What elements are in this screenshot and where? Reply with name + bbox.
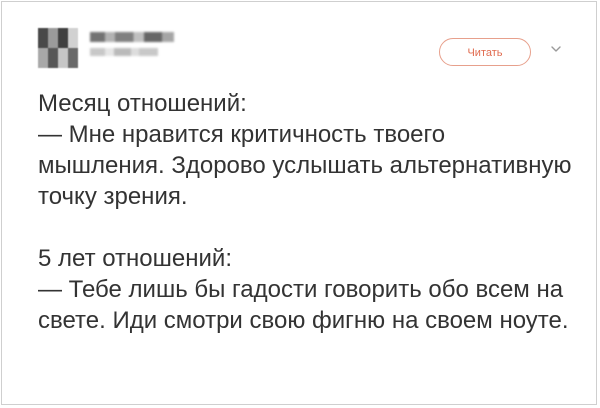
post-header: Читать (34, 18, 574, 74)
post-text: Месяц отношений: — Мне нравится критично… (38, 90, 572, 334)
author-handle-blurred[interactable] (90, 48, 158, 56)
post-card: Читать Месяц отношений: — Мне нравится к… (1, 1, 597, 405)
avatar[interactable] (38, 28, 78, 68)
follow-button[interactable]: Читать (439, 38, 531, 66)
chevron-down-icon[interactable] (550, 43, 562, 55)
author-name-blurred[interactable] (90, 32, 174, 42)
